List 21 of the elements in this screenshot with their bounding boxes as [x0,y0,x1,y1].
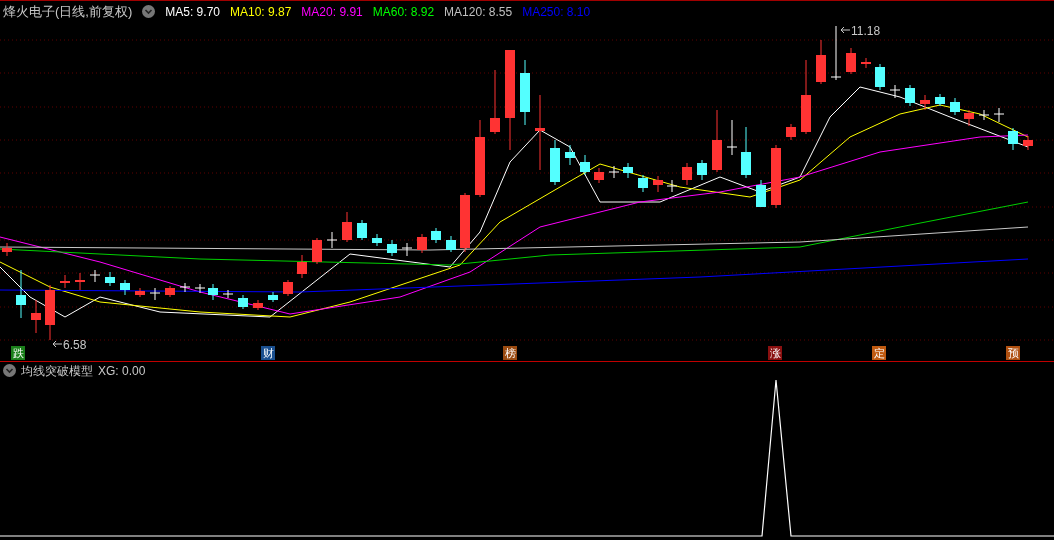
event-marker[interactable]: 预 [1006,346,1020,360]
moving-average-value: MA20: 9.91 [301,3,363,21]
leader-arrow-icon [52,340,62,348]
dropdown-icon[interactable] [3,364,16,377]
moving-average-value: MA10: 9.87 [230,3,292,21]
indicator-value: XG: 0.00 [98,362,146,380]
stock-title: 烽火电子(日线,前复权) [3,2,133,21]
event-marker[interactable]: 涨 [768,346,782,360]
moving-average-value: MA5: 9.70 [165,3,220,21]
moving-average-value: MA120: 8.55 [444,3,513,21]
moving-average-value: MA250: 8.10 [522,3,591,21]
high-price-label: 11.18 [851,23,881,40]
dropdown-icon[interactable] [142,5,156,18]
event-marker[interactable]: 跌 [11,346,25,360]
leader-arrow-icon [840,26,850,34]
event-marker[interactable]: 定 [872,346,886,360]
low-price-label: 6.58 [63,337,87,354]
event-marker[interactable]: 榜 [503,346,517,360]
moving-average-value: MA60: 8.92 [372,3,435,21]
event-marker[interactable]: 财 [261,346,275,360]
indicator-title: 均线突破模型 [21,362,93,380]
